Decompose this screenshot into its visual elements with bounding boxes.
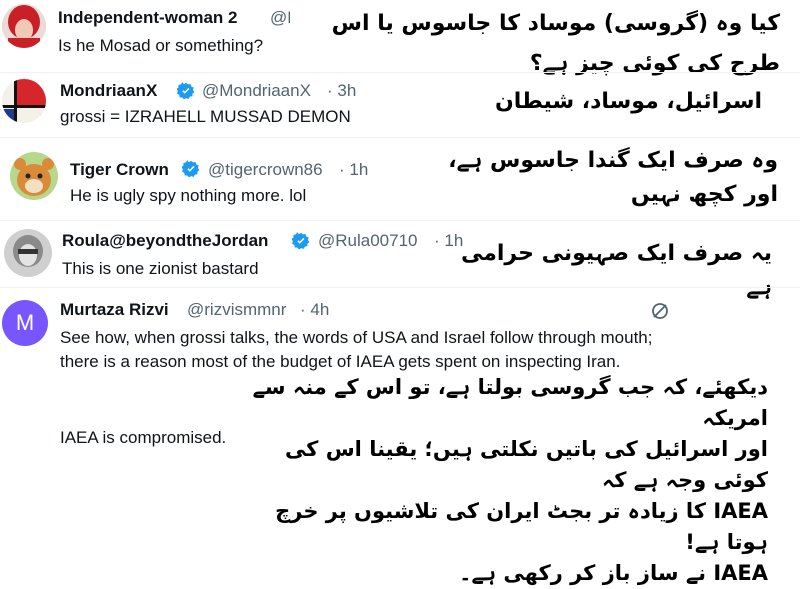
translation-line: IAEA کا زیادہ تر بجٹ ایران کی تلاشیوں پر… — [275, 499, 768, 554]
avatar-image — [10, 152, 58, 200]
translation-line: IAEA نے ساز باز کر رکھی ہے۔ — [459, 561, 768, 585]
tweet-translation: وہ صرف ایک گندا جاسوس ہے، اور کچھ نہیں — [448, 148, 778, 207]
avatar-image — [2, 4, 46, 48]
tweet-translation: اسرائیل، موساد، شیطان — [495, 89, 762, 114]
avatar-image — [2, 79, 46, 123]
translation-line: اور اسرائیل کی باتیں نکلتی ہیں؛ یقینا اس… — [284, 437, 768, 492]
avatar-letter: M — [15, 310, 35, 335]
tweet-time[interactable]: · 3h — [327, 81, 356, 101]
user-handle[interactable]: @tigercrown86 — [208, 160, 323, 180]
tweet-text: See how, when grossi talks, the words of… — [60, 328, 653, 371]
tweet-independent-woman: Independent-woman 2 @F Is he Mosad or so… — [0, 0, 800, 76]
avatar[interactable] — [4, 229, 52, 277]
tweet-text-secondary: IAEA is compromised. — [60, 428, 227, 447]
tweet-murtaza-rizvi: M Murtaza Rizvi @rizvismmnr · 4h See how… — [0, 288, 800, 585]
display-name[interactable]: Independent-woman 2 — [58, 8, 237, 28]
translation-line: دیکھئے، کہ جب گروسی بولتا ہے، تو اس کے م… — [252, 375, 768, 430]
tweet-text: He is ugly spy nothing more. lol — [70, 186, 307, 205]
avatar[interactable] — [10, 152, 58, 200]
display-name[interactable]: MondriaanX — [60, 81, 157, 101]
avatar[interactable] — [2, 4, 46, 48]
tweet-text: grossi = IZRAHELL MUSSAD DEMON — [60, 107, 351, 126]
tweet-tiger-crown: Tiger Crown @tigercrown86 · 1h He is ugl… — [0, 138, 800, 220]
display-name[interactable]: Tiger Crown — [70, 160, 169, 180]
verified-badge-icon — [177, 82, 195, 100]
user-handle[interactable]: @F — [270, 8, 290, 28]
user-handle[interactable]: @MondriaanX — [202, 81, 311, 101]
tweet-text: Is he Mosad or something? — [58, 36, 264, 55]
tweet-mondriaanx: MondriaanX @MondriaanX · 3h grossi = IZR… — [0, 73, 800, 137]
tweet-translation: دیکھئے، کہ جب گروسی بولتا ہے، تو اس کے م… — [228, 372, 768, 589]
tweet-time[interactable]: · 1h — [339, 160, 368, 180]
verified-badge-icon — [182, 160, 200, 178]
user-handle[interactable]: @rizvismmnr — [187, 300, 286, 320]
display-name[interactable]: Roula@beyondtheJordan — [62, 231, 268, 251]
display-name[interactable]: Murtaza Rizvi — [60, 300, 169, 320]
tweet-text: This is one zionist bastard — [62, 259, 259, 278]
tweet-roula: Roula@beyondtheJordan @Rula00710 · 1h Th… — [0, 221, 800, 300]
avatar[interactable]: M — [2, 300, 48, 346]
tweet-time[interactable]: · 4h — [300, 300, 329, 320]
grok-icon[interactable] — [650, 301, 670, 321]
avatar-image — [4, 229, 52, 277]
verified-badge-icon — [292, 232, 310, 250]
avatar[interactable] — [2, 79, 46, 123]
user-handle[interactable]: @Rula00710 — [318, 231, 418, 251]
